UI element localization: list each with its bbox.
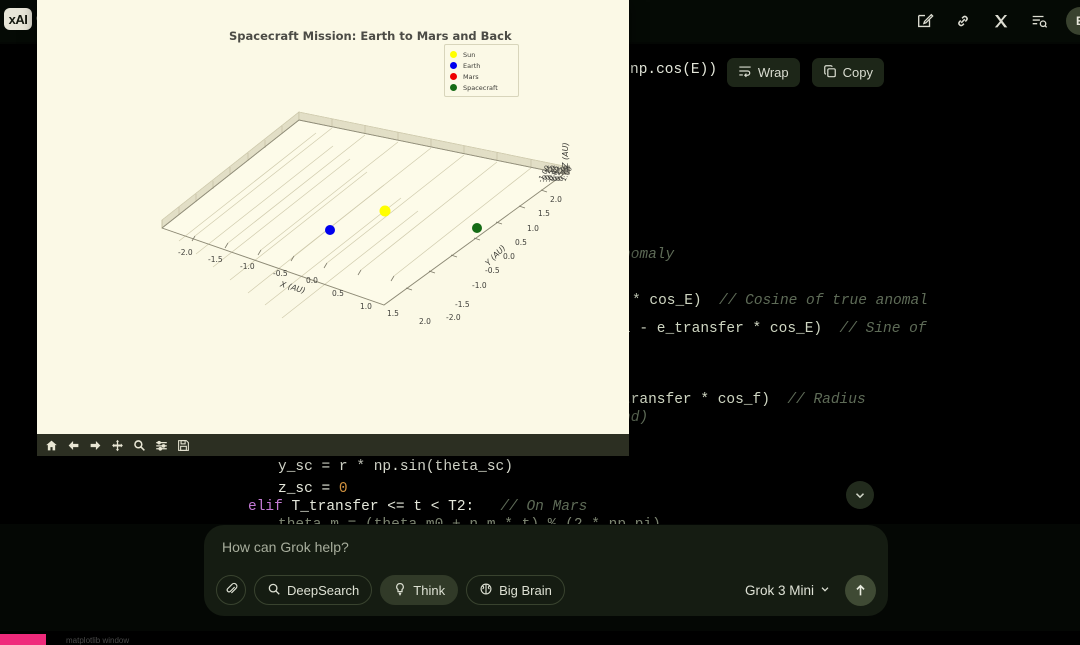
copy-button[interactable]: Copy <box>811 58 884 87</box>
brain-icon <box>479 582 493 599</box>
big-brain-label: Big Brain <box>499 582 552 598</box>
attach-file-button[interactable] <box>216 575 246 605</box>
matplotlib-window: Spacecraft Mission: Earth to Mars and Ba… <box>37 0 629 456</box>
x-tick-label: -1.0 <box>240 262 255 271</box>
wrap-icon <box>738 64 752 81</box>
x-tick-label: 0.0 <box>306 276 318 285</box>
wrap-label: Wrap <box>757 65 789 80</box>
axes-3d: -2.0 -1.5 -1.0 -0.5 0.0 0.5 1.0 1.5 2.0 … <box>37 0 629 434</box>
data-point-earth <box>325 225 335 235</box>
screen: xAI G <box>0 0 1080 645</box>
figure-canvas[interactable]: Spacecraft Mission: Earth to Mars and Ba… <box>37 0 629 434</box>
code-action-group: Wrap Copy <box>726 58 884 87</box>
data-point-spacecraft <box>472 223 482 233</box>
big-brain-button[interactable]: Big Brain <box>466 575 565 605</box>
y-tick-label: -1.0 <box>472 281 487 290</box>
sliders-icon[interactable] <box>151 436 171 454</box>
search-icon <box>267 582 281 599</box>
copy-label: Copy <box>842 65 873 80</box>
compose-icon[interactable] <box>914 10 936 32</box>
z-axis-label: Z (AU) <box>561 142 570 168</box>
model-label: Grok 3 Mini <box>744 582 814 598</box>
arrow-right-icon[interactable] <box>85 436 105 454</box>
link-icon[interactable] <box>952 10 974 32</box>
os-taskbar: matplotlib window <box>0 631 1080 645</box>
x-tick-label: 1.5 <box>387 309 399 318</box>
y-tick-label: -2.0 <box>446 313 461 322</box>
model-selector[interactable]: Grok 3 Mini <box>745 583 831 598</box>
code-line: l - e_transfer * cos_E) // Sine of <box>622 321 927 337</box>
y-tick-label: -1.5 <box>455 300 470 309</box>
code-line: theta_m = (theta_m0 + n_m * t) % (2 * np… <box>278 517 661 524</box>
code-line: elif T_transfer <= t < T2: // On Mars <box>248 499 588 515</box>
x-tick-label: -0.5 <box>273 269 288 278</box>
y-tick-label: 2.0 <box>550 195 562 204</box>
copy-icon <box>823 64 837 81</box>
x-tick-label: 1.0 <box>360 302 372 311</box>
x-tick-label: -2.0 <box>178 248 193 257</box>
x-tick-label: 0.5 <box>332 289 344 298</box>
composer-input[interactable]: How can Grok help? <box>222 539 349 555</box>
code-line: y_sc = r * np.sin(theta_sc) <box>278 459 513 475</box>
paperclip-icon <box>224 581 239 599</box>
y-tick-label: 1.5 <box>538 209 550 218</box>
composer: How can Grok help? DeepSearch Think Big … <box>204 525 888 616</box>
scroll-to-bottom-button[interactable] <box>846 481 874 509</box>
taskbar-accent[interactable] <box>0 634 46 645</box>
code-line: np.cos(E)) <box>630 62 718 78</box>
xai-logo[interactable]: xAI <box>4 8 32 30</box>
code-line: z_sc = 0 <box>278 481 348 497</box>
x-tick-label: -1.5 <box>208 255 223 264</box>
floppy-disk-icon[interactable] <box>173 436 193 454</box>
lightbulb-icon <box>393 582 407 599</box>
composer-toolbar: DeepSearch Think Big Brain Grok 3 Mini <box>216 574 876 606</box>
y-tick-label: 0.5 <box>515 238 527 247</box>
deepsearch-label: DeepSearch <box>287 582 360 598</box>
move-icon[interactable] <box>107 436 127 454</box>
search-list-icon[interactable] <box>1028 10 1050 32</box>
arrow-left-icon[interactable] <box>63 436 83 454</box>
y-tick-label: -0.5 <box>485 266 500 275</box>
chevron-down-icon <box>819 583 831 598</box>
y-tick-label: 1.0 <box>527 224 539 233</box>
taskbar-label: matplotlib window <box>66 636 130 645</box>
code-line: transfer * cos_f) // Radius <box>622 392 866 408</box>
magnifier-icon[interactable] <box>129 436 149 454</box>
home-icon[interactable] <box>41 436 61 454</box>
code-line: nomaly <box>622 247 675 263</box>
think-button[interactable]: Think <box>380 575 459 605</box>
matplotlib-toolbar <box>37 434 629 456</box>
wrap-button[interactable]: Wrap <box>726 58 800 87</box>
x-tick-label: 2.0 <box>419 317 431 326</box>
send-button[interactable] <box>845 574 876 606</box>
data-point-sun <box>379 205 391 217</box>
avatar[interactable]: E <box>1066 7 1080 35</box>
think-label: Think <box>413 582 446 598</box>
y-tick-label: 0.0 <box>503 252 515 261</box>
code-line: * cos_E) // Cosine of true anomal <box>632 293 928 309</box>
x-logo-icon[interactable] <box>990 10 1012 32</box>
topbar-icon-group: E <box>914 7 1080 35</box>
deepsearch-button[interactable]: DeepSearch <box>254 575 373 605</box>
